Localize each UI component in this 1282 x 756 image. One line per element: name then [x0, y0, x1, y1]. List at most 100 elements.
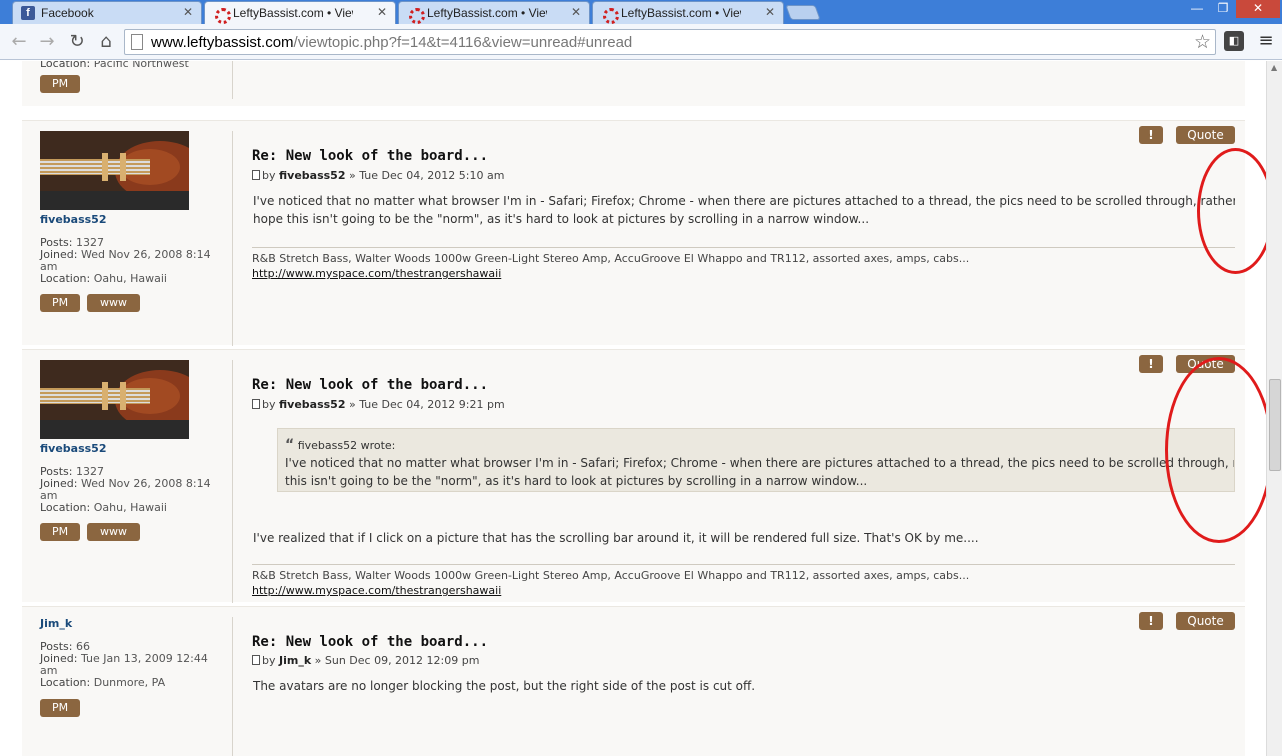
author-link[interactable]: fivebass52 — [279, 398, 345, 411]
post-byline: by fivebass52 » Tue Dec 04, 2012 5:10 am — [252, 169, 504, 182]
post-text-line: I've realized that if I click on a pictu… — [253, 531, 979, 545]
username[interactable]: fivebass52 — [40, 442, 106, 455]
profile-joined: Joined: Wed Nov 26, 2008 8:14 — [40, 248, 211, 261]
tab-title: Facebook — [41, 6, 94, 20]
post-byline: by Jim_k » Sun Dec 09, 2012 12:09 pm — [252, 654, 479, 667]
tab-facebook[interactable]: f Facebook ✕ — [12, 1, 202, 24]
leftybassist-icon — [407, 6, 425, 24]
forward-icon[interactable]: → — [36, 31, 58, 53]
scroll-up-icon[interactable]: ▲ — [1271, 63, 1277, 72]
post: fivebass52 Posts: 1327 Joined: Wed Nov 2… — [22, 120, 1245, 346]
tab-title: LeftyBassist.com • View to — [427, 6, 547, 20]
signature-divider — [252, 247, 1235, 248]
signature: R&B Stretch Bass, Walter Woods 1000w Gre… — [252, 569, 970, 582]
extension-icon[interactable]: ◧ — [1224, 31, 1244, 51]
quote-text-line: I've noticed that no matter what browser… — [285, 456, 1235, 470]
close-icon[interactable]: ✕ — [571, 5, 581, 19]
username[interactable]: fivebass52 — [40, 213, 106, 226]
pm-button[interactable]: PM — [40, 294, 80, 312]
back-icon[interactable]: ← — [8, 31, 30, 53]
username[interactable]: Jim_k — [40, 617, 72, 630]
facebook-icon: f — [21, 6, 35, 20]
www-button[interactable]: www — [87, 523, 140, 541]
bookmark-star-icon[interactable]: ☆ — [1194, 31, 1211, 53]
post: Jim_k Posts: 66 Joined: Tue Jan 13, 2009… — [22, 606, 1245, 756]
profile-location: Location: Oahu, Hawaii — [40, 501, 167, 514]
signature-divider — [252, 564, 1235, 565]
www-button[interactable]: www — [87, 294, 140, 312]
profile-location: Location: Pacific Northwest — [40, 61, 189, 70]
tab-leftybassist-3[interactable]: LeftyBassist.com • View to ✕ — [592, 1, 784, 24]
quote-cite: “ fivebass52 wrote: — [285, 437, 396, 453]
close-icon[interactable]: ✕ — [377, 5, 387, 19]
profile-divider — [232, 360, 233, 603]
minimize-icon[interactable]: — — [1184, 0, 1210, 18]
close-icon[interactable]: ✕ — [183, 5, 193, 19]
post-icon — [252, 399, 260, 409]
bass-guitar-image — [40, 131, 189, 210]
tab-strip: f Facebook ✕ LeftyBassist.com • View to … — [0, 0, 1282, 24]
tab-title: LeftyBassist.com • View to — [621, 6, 741, 20]
quote-block: “ fivebass52 wrote: I've noticed that no… — [277, 428, 1235, 492]
profile-joined: Joined: Wed Nov 26, 2008 8:14 — [40, 477, 211, 490]
bass-guitar-image — [40, 360, 189, 439]
close-icon[interactable]: ✕ — [765, 5, 775, 19]
signature: R&B Stretch Bass, Walter Woods 1000w Gre… — [252, 252, 970, 265]
profile-location: Location: Dunmore, PA — [40, 676, 166, 689]
avatar[interactable] — [40, 131, 189, 210]
author-link[interactable]: fivebass52 — [279, 169, 345, 182]
pm-button[interactable]: PM — [40, 699, 80, 717]
window-close-icon[interactable]: ✕ — [1236, 0, 1280, 18]
post-body: The avatars are no longer blocking the p… — [253, 677, 1235, 695]
author-link[interactable]: Jim_k — [279, 654, 311, 667]
quote-text-line: this isn't going to be the "norm", as it… — [285, 474, 868, 488]
quote-button[interactable]: Quote — [1176, 126, 1235, 144]
profile-divider — [232, 617, 233, 756]
post-title[interactable]: Re: New look of the board... — [252, 634, 488, 650]
pm-button[interactable]: PM — [40, 523, 80, 541]
report-button[interactable]: ! — [1139, 355, 1163, 373]
post-title[interactable]: Re: New look of the board... — [252, 148, 488, 164]
tab-leftybassist-active[interactable]: LeftyBassist.com • View to ✕ — [204, 1, 396, 24]
url-text: www.leftybassist.com/viewtopic.php?f=14&… — [151, 34, 633, 51]
post-text-line: hope this isn't going to be the "norm", … — [253, 212, 870, 226]
restore-icon[interactable]: ❐ — [1210, 0, 1236, 18]
annotation-circle — [1197, 148, 1266, 274]
menu-icon[interactable]: ≡ — [1256, 30, 1276, 51]
post-text-line: I've noticed that no matter what browser… — [253, 194, 1235, 208]
post-byline: by fivebass52 » Tue Dec 04, 2012 9:21 pm — [252, 398, 505, 411]
post-title[interactable]: Re: New look of the board... — [252, 377, 488, 393]
page-icon — [131, 34, 143, 50]
post-body: I've noticed that no matter what browser… — [253, 192, 1235, 228]
profile-divider — [232, 131, 233, 346]
tab-leftybassist-2[interactable]: LeftyBassist.com • View to ✕ — [398, 1, 590, 24]
profile-joined: Joined: Tue Jan 13, 2009 12:44 — [40, 652, 208, 665]
signature-link-wrap: http://www.myspace.com/thestrangershawai… — [252, 584, 501, 597]
signature-link[interactable]: http://www.myspace.com/thestrangershawai… — [252, 267, 501, 280]
quote-mark-icon: “ — [285, 437, 295, 453]
browser-toolbar: ← → ↻ ⌂ www.leftybassist.com/viewtopic.p… — [0, 24, 1282, 60]
post-text-line: The avatars are no longer blocking the p… — [253, 679, 756, 693]
page-content: Location: Pacific Northwest PM fivebass5… — [0, 61, 1266, 756]
post: fivebass52 Posts: 1327 Joined: Wed Nov 2… — [22, 349, 1245, 603]
scrollbar-thumb[interactable] — [1269, 379, 1281, 471]
quote-button[interactable]: Quote — [1176, 612, 1235, 630]
signature-link[interactable]: http://www.myspace.com/thestrangershawai… — [252, 584, 501, 597]
post-fragment: Location: Pacific Northwest PM — [22, 61, 1245, 106]
signature-link-wrap: http://www.myspace.com/thestrangershawai… — [252, 267, 501, 280]
tab-title: LeftyBassist.com • View to — [233, 6, 353, 20]
avatar[interactable] — [40, 360, 189, 439]
pm-button[interactable]: PM — [40, 75, 80, 93]
leftybassist-icon — [601, 6, 619, 24]
home-icon[interactable]: ⌂ — [95, 31, 117, 53]
quote-text: I've noticed that no matter what browser… — [285, 454, 1235, 490]
address-bar[interactable]: www.leftybassist.com/viewtopic.php?f=14&… — [124, 29, 1216, 55]
scrollbar[interactable]: ▲ — [1266, 61, 1282, 756]
report-button[interactable]: ! — [1139, 126, 1163, 144]
new-tab-button[interactable] — [785, 5, 821, 20]
report-button[interactable]: ! — [1139, 612, 1163, 630]
annotation-circle — [1165, 357, 1266, 543]
leftybassist-icon — [213, 6, 231, 24]
reload-icon[interactable]: ↻ — [66, 31, 88, 53]
profile-location: Location: Oahu, Hawaii — [40, 272, 167, 285]
